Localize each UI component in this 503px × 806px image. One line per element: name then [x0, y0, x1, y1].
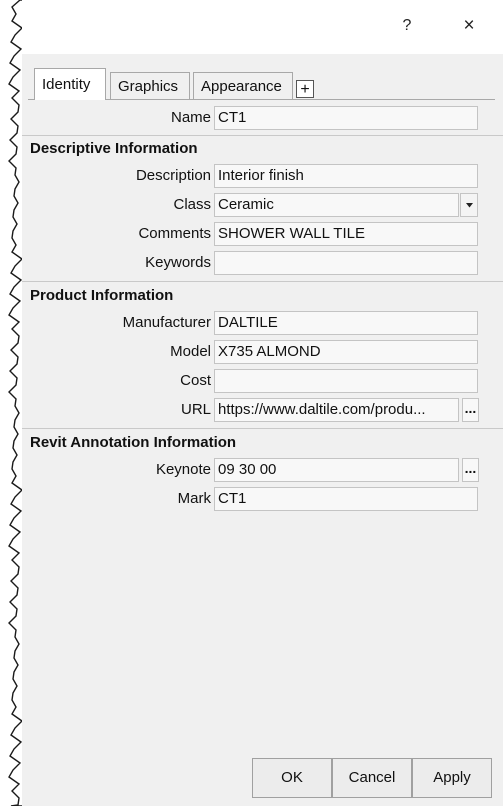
divider: [22, 281, 503, 282]
url-row: URL https://www.daltile.com/produ... ...: [28, 397, 495, 423]
apply-button[interactable]: Apply: [412, 758, 492, 798]
comments-label: Comments: [138, 225, 211, 242]
identity-panel: Name CT1 Descriptive Information Descrip…: [22, 99, 503, 795]
name-row: Name CT1: [28, 105, 495, 131]
keywords-field[interactable]: [214, 251, 478, 275]
description-row: Description Interior finish: [28, 163, 495, 189]
comments-row: Comments SHOWER WALL TILE: [28, 221, 495, 247]
dialog-body: Identity Graphics Appearance + Name CT1 …: [22, 54, 503, 806]
keywords-label: Keywords: [145, 254, 211, 271]
model-field[interactable]: X735 ALMOND: [214, 340, 478, 364]
keynote-label: Keynote: [155, 461, 211, 478]
manufacturer-field[interactable]: DALTILE: [214, 311, 478, 335]
tab-appearance[interactable]: Appearance: [193, 72, 293, 99]
class-row: Class Ceramic: [28, 192, 495, 218]
model-label: Model: [170, 343, 211, 360]
keywords-row: Keywords: [28, 250, 495, 276]
title-bar: ? ×: [22, 0, 503, 54]
help-button[interactable]: ?: [393, 12, 421, 40]
keynote-field[interactable]: 09 30 00: [214, 458, 459, 482]
section-revit-header: Revit Annotation Information: [30, 434, 237, 451]
mark-label: Mark: [177, 490, 211, 507]
url-browse-button[interactable]: ...: [462, 398, 479, 422]
comments-field[interactable]: SHOWER WALL TILE: [214, 222, 478, 246]
mark-row: Mark CT1: [28, 486, 495, 512]
material-properties-dialog: ? × Identity Graphics Appearance + Name …: [22, 0, 503, 806]
class-select[interactable]: Ceramic: [214, 193, 459, 217]
chevron-down-icon: [466, 203, 473, 208]
url-field[interactable]: https://www.daltile.com/produ...: [214, 398, 459, 422]
section-product-header: Product Information: [30, 287, 174, 304]
description-label: Description: [135, 167, 211, 184]
section-descriptive-header: Descriptive Information: [30, 140, 198, 157]
name-label: Name: [170, 109, 211, 126]
close-button[interactable]: ×: [455, 12, 483, 40]
keynote-browse-button[interactable]: ...: [462, 458, 479, 482]
divider: [22, 428, 503, 429]
keynote-row: Keynote 09 30 00 ...: [28, 457, 495, 483]
url-label: URL: [180, 401, 211, 418]
name-field[interactable]: CT1: [214, 106, 478, 130]
cost-label: Cost: [180, 372, 211, 389]
tab-identity[interactable]: Identity: [34, 68, 106, 100]
tab-graphics[interactable]: Graphics: [110, 72, 190, 99]
class-label: Class: [173, 196, 211, 213]
description-field[interactable]: Interior finish: [214, 164, 478, 188]
mark-field[interactable]: CT1: [214, 487, 478, 511]
model-row: Model X735 ALMOND: [28, 339, 495, 365]
manufacturer-label: Manufacturer: [122, 314, 211, 331]
add-tab-button[interactable]: +: [296, 80, 314, 98]
cancel-button[interactable]: Cancel: [332, 758, 412, 798]
cost-field[interactable]: [214, 369, 478, 393]
ok-button[interactable]: OK: [252, 758, 332, 798]
manufacturer-row: Manufacturer DALTILE: [28, 310, 495, 336]
class-dropdown-button[interactable]: [460, 193, 478, 217]
cost-row: Cost: [28, 368, 495, 394]
